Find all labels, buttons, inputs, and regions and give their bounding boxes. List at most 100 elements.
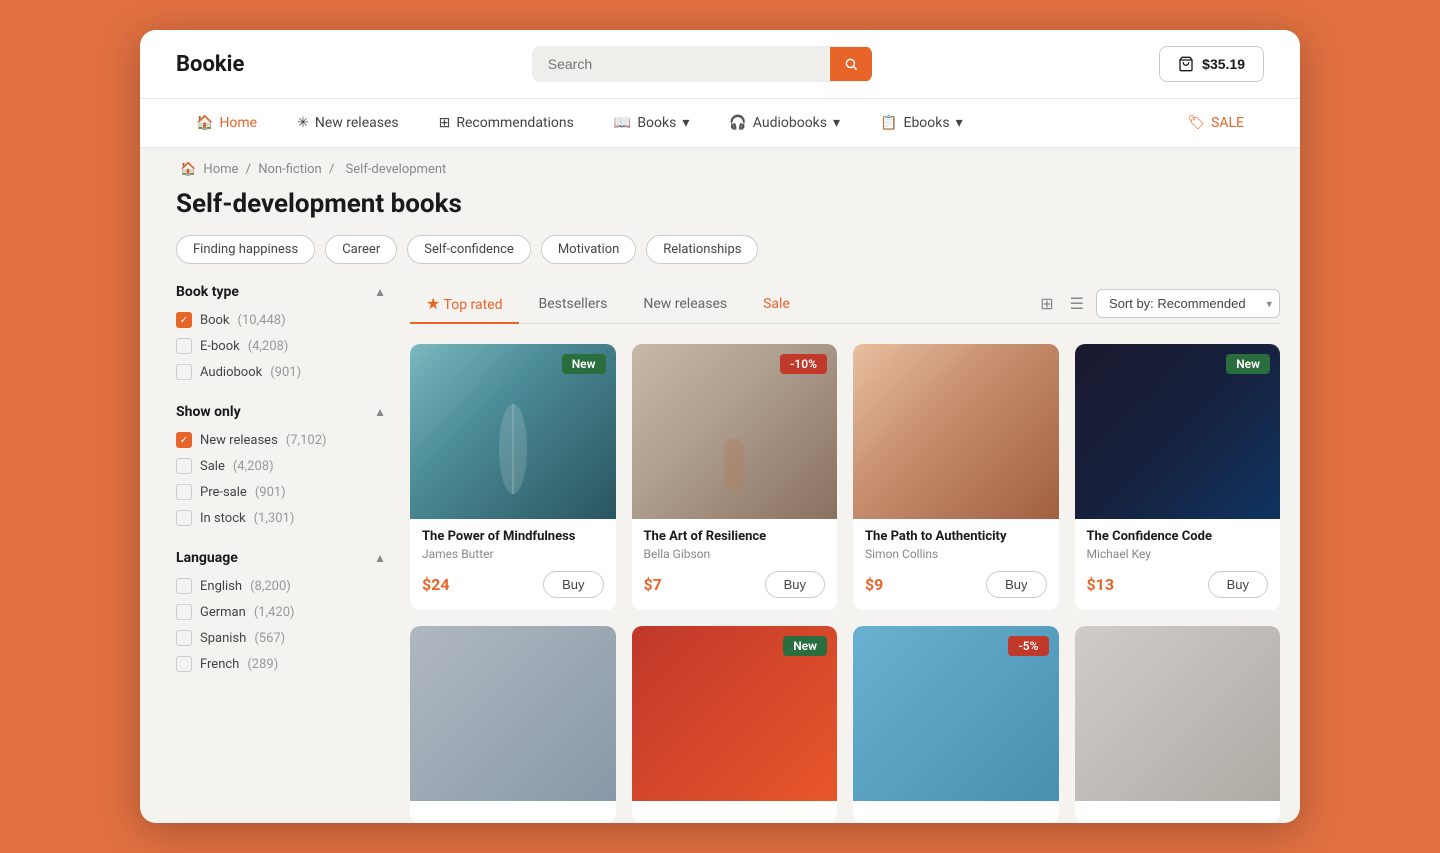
chip-finding-happiness[interactable]: Finding happiness [176, 235, 315, 264]
filter-in-stock[interactable]: In stock (1,301) [176, 510, 386, 526]
tab-new-releases[interactable]: New releases [627, 286, 743, 322]
search-input[interactable] [532, 46, 830, 82]
product-author-3: Simon Collins [865, 547, 1047, 561]
buy-button-2[interactable]: Buy [765, 571, 825, 598]
filter-audiobook[interactable]: Audiobook (901) [176, 364, 386, 380]
product-badge-4: New [1226, 354, 1270, 374]
breadcrumb-nonfiction[interactable]: Non-fiction [258, 162, 321, 177]
checkbox-book[interactable]: ✓ [176, 312, 192, 328]
cart-button[interactable]: $35.19 [1159, 46, 1264, 82]
page-title: Self-development books [140, 183, 1300, 235]
product-card-1: New The Power of Mindfulness James Butte… [410, 344, 616, 610]
filter-language-title[interactable]: Language ▲ [176, 550, 386, 566]
breadcrumb: 🏠 Home / Non-fiction / Self-development [140, 148, 1300, 183]
feather-icon [483, 399, 543, 499]
breadcrumb-home[interactable]: Home [203, 162, 238, 177]
filter-book-type-title[interactable]: Book type ▲ [176, 284, 386, 300]
filter-presale[interactable]: Pre-sale (901) [176, 484, 386, 500]
product-info-3: The Path to Authenticity Simon Collins $… [853, 519, 1059, 610]
product-badge-6: New [783, 636, 827, 656]
nav-new-releases[interactable]: ✳ New releases [277, 99, 419, 147]
nav: 🏠 Home ✳ New releases ⊞ Recommendations … [140, 99, 1300, 148]
grid-view-button[interactable]: ⊞ [1036, 290, 1057, 318]
cart-icon [1178, 56, 1194, 72]
nav-books[interactable]: 📖 Books ▾ [594, 99, 709, 147]
nav-home[interactable]: 🏠 Home [176, 99, 277, 147]
product-tabs: ★ Top rated Bestsellers New releases Sal… [410, 284, 1280, 324]
product-footer-1: $24 Buy [422, 571, 604, 598]
product-footer-3: $9 Buy [865, 571, 1047, 598]
filter-language: Language ▲ English (8,200) German (1,420… [176, 550, 386, 672]
books-icon: 📖 [614, 115, 631, 131]
chip-motivation[interactable]: Motivation [541, 235, 636, 264]
product-card-3: The Path to Authenticity Simon Collins $… [853, 344, 1059, 610]
product-image-5 [410, 626, 616, 801]
filter-book[interactable]: ✓ Book (10,448) [176, 312, 386, 328]
product-author-4: Michael Key [1087, 547, 1269, 561]
filter-french[interactable]: French (289) [176, 656, 386, 672]
product-title-1: The Power of Mindfulness [422, 529, 604, 544]
product-footer-4: $13 Buy [1087, 571, 1269, 598]
filter-show-only: Show only ▲ ✓ New releases (7,102) Sale … [176, 404, 386, 526]
chip-relationships[interactable]: Relationships [646, 235, 758, 264]
checkbox-english[interactable] [176, 578, 192, 594]
checkbox-ebook[interactable] [176, 338, 192, 354]
checkbox-presale[interactable] [176, 484, 192, 500]
filter-show-only-title[interactable]: Show only ▲ [176, 404, 386, 420]
audiobooks-icon: 🎧 [729, 115, 746, 131]
category-chips: Finding happiness Career Self-confidence… [140, 235, 1300, 284]
list-view-button[interactable]: ☰ [1066, 290, 1088, 318]
sort-select[interactable]: Sort by: Recommended Sort by: Price (Low… [1096, 289, 1280, 318]
product-info-6 [632, 801, 838, 823]
product-image-7: -5% [853, 626, 1059, 801]
nav-recommendations[interactable]: ⊞ Recommendations [419, 99, 594, 147]
checkbox-french[interactable] [176, 656, 192, 672]
product-author-2: Bella Gibson [644, 547, 826, 561]
checkbox-new-releases[interactable]: ✓ [176, 432, 192, 448]
search-button[interactable] [830, 47, 872, 81]
new-releases-icon: ✳ [297, 115, 309, 131]
tab-sale[interactable]: Sale [747, 286, 806, 322]
breadcrumb-sep2: / [329, 162, 338, 177]
product-card-8 [1075, 626, 1281, 823]
product-image-3 [853, 344, 1059, 519]
show-only-chevron-icon: ▲ [374, 405, 386, 419]
filter-sale[interactable]: Sale (4,208) [176, 458, 386, 474]
buy-button-4[interactable]: Buy [1208, 571, 1268, 598]
nav-sale[interactable]: 🏷 SALE [1167, 99, 1264, 147]
checkbox-german[interactable] [176, 604, 192, 620]
buy-button-3[interactable]: Buy [986, 571, 1046, 598]
breadcrumb-home-icon: 🏠 [180, 162, 196, 177]
nav-ebooks[interactable]: 📋 Ebooks ▾ [860, 99, 983, 147]
checkbox-sale[interactable] [176, 458, 192, 474]
sidebar: Book type ▲ ✓ Book (10,448) E-book (4,20… [176, 284, 386, 823]
product-title-2: The Art of Resilience [644, 529, 826, 544]
filter-english[interactable]: English (8,200) [176, 578, 386, 594]
tab-top-rated[interactable]: ★ Top rated [410, 284, 519, 323]
tab-bestsellers[interactable]: Bestsellers [523, 286, 624, 322]
product-title-3: The Path to Authenticity [865, 529, 1047, 544]
filter-spanish[interactable]: Spanish (567) [176, 630, 386, 646]
product-image-4: New [1075, 344, 1281, 519]
product-card-5 [410, 626, 616, 823]
filter-german[interactable]: German (1,420) [176, 604, 386, 620]
product-card-2: -10% The Art of Resilience Bella Gibson … [632, 344, 838, 610]
nav-audiobooks[interactable]: 🎧 Audiobooks ▾ [709, 99, 860, 147]
sort-wrap: Sort by: Recommended Sort by: Price (Low… [1096, 289, 1280, 318]
header: Bookie $35.19 [140, 30, 1300, 99]
fist-icon [709, 419, 759, 499]
checkbox-spanish[interactable] [176, 630, 192, 646]
product-info-4: The Confidence Code Michael Key $13 Buy [1075, 519, 1281, 610]
product-author-1: James Butter [422, 547, 604, 561]
product-footer-2: $7 Buy [644, 571, 826, 598]
product-price-1: $24 [422, 575, 450, 594]
search-bar [532, 46, 872, 82]
checkbox-in-stock[interactable] [176, 510, 192, 526]
checkbox-audiobook[interactable] [176, 364, 192, 380]
filter-ebook[interactable]: E-book (4,208) [176, 338, 386, 354]
product-image-1: New [410, 344, 616, 519]
buy-button-1[interactable]: Buy [543, 571, 603, 598]
filter-new-releases[interactable]: ✓ New releases (7,102) [176, 432, 386, 448]
chip-self-confidence[interactable]: Self-confidence [407, 235, 531, 264]
chip-career[interactable]: Career [325, 235, 397, 264]
